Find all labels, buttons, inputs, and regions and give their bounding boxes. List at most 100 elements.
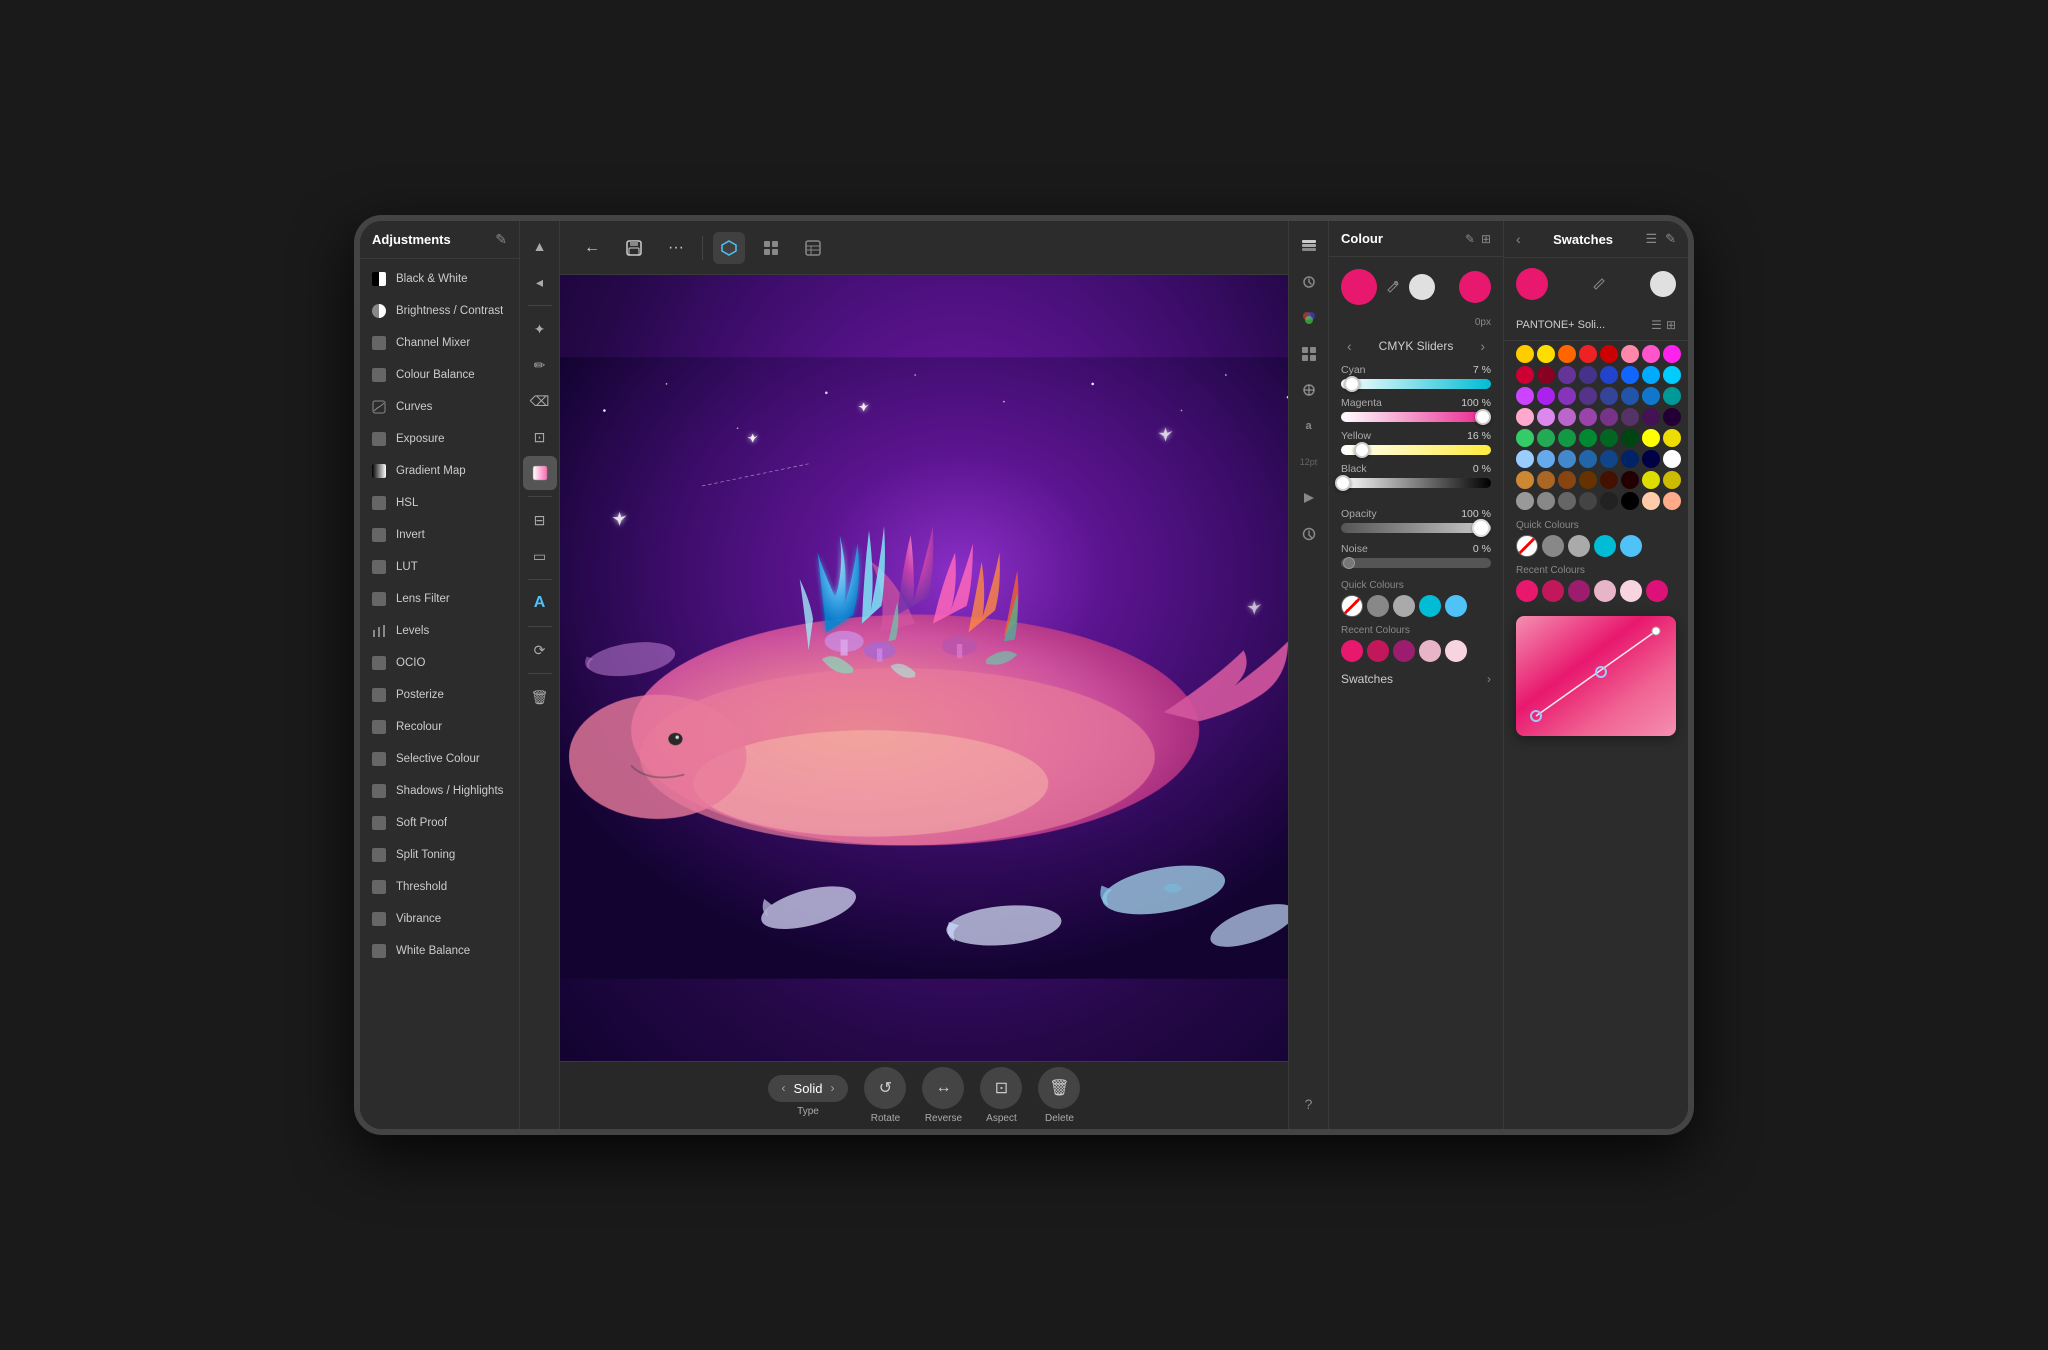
colour-cell-0-1[interactable] [1537, 345, 1555, 363]
colour-cell-5-4[interactable] [1600, 450, 1618, 468]
colour-cell-2-0[interactable] [1516, 387, 1534, 405]
colour-cell-2-7[interactable] [1663, 387, 1681, 405]
fr-recent-4[interactable] [1594, 580, 1616, 602]
layers-btn[interactable] [1292, 229, 1326, 263]
colour-cell-1-7[interactable] [1663, 366, 1681, 384]
adj-item-soft-proof[interactable]: Soft Proof [360, 807, 519, 839]
fr-recent-6[interactable] [1646, 580, 1668, 602]
colour-cell-4-2[interactable] [1558, 429, 1576, 447]
quick-swatch-gray1[interactable] [1367, 595, 1389, 617]
colour-cell-6-3[interactable] [1579, 471, 1597, 489]
sample-tool[interactable]: ⟳ [523, 633, 557, 667]
aspect-btn[interactable]: ⊡ Aspect [980, 1067, 1022, 1124]
colour-cell-6-2[interactable] [1558, 471, 1576, 489]
colour-cell-2-1[interactable] [1537, 387, 1555, 405]
colour-cell-0-5[interactable] [1621, 345, 1639, 363]
rect-select-tool[interactable]: ▭ [523, 539, 557, 573]
colour-cell-1-3[interactable] [1579, 366, 1597, 384]
colour-cell-6-0[interactable] [1516, 471, 1534, 489]
text-tool[interactable]: A [523, 586, 557, 620]
pixel-view-button[interactable] [713, 232, 745, 264]
colour-cell-7-0[interactable] [1516, 492, 1534, 510]
swatches-edit-icon[interactable]: ✎ [1665, 231, 1676, 247]
slider-next-btn[interactable]: › [1474, 336, 1491, 356]
crop-tool[interactable]: ⊟ [523, 503, 557, 537]
colour-cell-3-1[interactable] [1537, 408, 1555, 426]
rotate-btn[interactable]: ↺ Rotate [864, 1067, 906, 1124]
save-button[interactable] [618, 232, 650, 264]
adj-item-black-&-white[interactable]: Black & White [360, 263, 519, 295]
adj-item-shadows---highlights[interactable]: Shadows / Highlights [360, 775, 519, 807]
colour-cell-5-6[interactable] [1642, 450, 1660, 468]
adj-item-white-balance[interactable]: White Balance [360, 935, 519, 967]
select-tool[interactable]: ▲ [523, 229, 557, 263]
adj-item-vibrance[interactable]: Vibrance [360, 903, 519, 935]
colour-cell-3-6[interactable] [1642, 408, 1660, 426]
macro-btn[interactable] [1292, 481, 1326, 515]
colour-cell-0-4[interactable] [1600, 345, 1618, 363]
colour-cell-5-7[interactable] [1663, 450, 1681, 468]
colour-cell-4-5[interactable] [1621, 429, 1639, 447]
colour-cell-0-7[interactable] [1663, 345, 1681, 363]
colour-cell-1-2[interactable] [1558, 366, 1576, 384]
colour-cell-0-6[interactable] [1642, 345, 1660, 363]
node-tool[interactable]: ◂ [523, 265, 557, 299]
slider-prev-btn[interactable]: ‹ [1341, 336, 1358, 356]
colour-cell-7-3[interactable] [1579, 492, 1597, 510]
opacity-slider[interactable] [1341, 523, 1491, 533]
palette-list-toggle[interactable]: ☰ [1651, 318, 1662, 332]
quick-swatch-blue[interactable] [1445, 595, 1467, 617]
colour-cell-6-5[interactable] [1621, 471, 1639, 489]
help-btn[interactable]: ? [1292, 1087, 1326, 1121]
adj-item-gradient-map[interactable]: Gradient Map [360, 455, 519, 487]
colour-cell-7-5[interactable] [1621, 492, 1639, 510]
colour-cell-4-6[interactable] [1642, 429, 1660, 447]
back-button[interactable]: ← [576, 232, 608, 264]
colour-cell-2-5[interactable] [1621, 387, 1639, 405]
colour-cell-6-7[interactable] [1663, 471, 1681, 489]
colour-cell-1-4[interactable] [1600, 366, 1618, 384]
colour-cell-6-4[interactable] [1600, 471, 1618, 489]
active-colour-swatch[interactable] [1459, 271, 1491, 303]
adj-item-colour-balance[interactable]: Colour Balance [360, 359, 519, 391]
swatches-nav-btn[interactable]: Swatches › [1329, 668, 1503, 692]
colour-cell-0-0[interactable] [1516, 345, 1534, 363]
background-colour-swatch[interactable] [1409, 274, 1435, 300]
colour-cell-2-2[interactable] [1558, 387, 1576, 405]
colour-cell-7-6[interactable] [1642, 492, 1660, 510]
colour-cell-2-6[interactable] [1642, 387, 1660, 405]
colour-layout-btn[interactable]: ⊞ [1481, 232, 1491, 246]
recent-swatch-3[interactable] [1393, 640, 1415, 662]
swatch-background[interactable] [1650, 271, 1676, 297]
adj-item-exposure[interactable]: Exposure [360, 423, 519, 455]
colour-cell-1-0[interactable] [1516, 366, 1534, 384]
adj-item-invert[interactable]: Invert [360, 519, 519, 551]
paint-tool[interactable]: ✏ [523, 348, 557, 382]
quick-swatch-gray2[interactable] [1393, 595, 1415, 617]
text-style-btn[interactable]: a [1292, 409, 1326, 443]
colour-cell-6-1[interactable] [1537, 471, 1555, 489]
canvas-container[interactable] [560, 275, 1288, 1061]
adj-item-lens-filter[interactable]: Lens Filter [360, 583, 519, 615]
grid-button[interactable] [755, 232, 787, 264]
fill-tool[interactable]: ⊡ [523, 420, 557, 454]
adj-item-brightness---contrast[interactable]: Brightness / Contrast [360, 295, 519, 327]
colour-cell-7-7[interactable] [1663, 492, 1681, 510]
colour-cell-3-4[interactable] [1600, 408, 1618, 426]
yellow-slider[interactable] [1341, 445, 1491, 455]
adj-item-recolour[interactable]: Recolour [360, 711, 519, 743]
colour-cell-3-7[interactable] [1663, 408, 1681, 426]
quick-swatch-cyan[interactable] [1419, 595, 1441, 617]
adj-item-curves[interactable]: Curves [360, 391, 519, 423]
colour-options-btn[interactable]: ✎ [1465, 232, 1475, 246]
gradient-tool[interactable] [523, 456, 557, 490]
colour-cell-5-1[interactable] [1537, 450, 1555, 468]
swatch-eyedropper[interactable] [1554, 277, 1644, 291]
adj-item-threshold[interactable]: Threshold [360, 871, 519, 903]
foreground-colour-swatch[interactable] [1341, 269, 1377, 305]
swatches-list-icon[interactable]: ☰ [1645, 231, 1657, 247]
colour-cell-0-2[interactable] [1558, 345, 1576, 363]
colour-cell-4-1[interactable] [1537, 429, 1555, 447]
channels-btn[interactable] [1292, 301, 1326, 335]
magenta-slider[interactable] [1341, 412, 1491, 422]
